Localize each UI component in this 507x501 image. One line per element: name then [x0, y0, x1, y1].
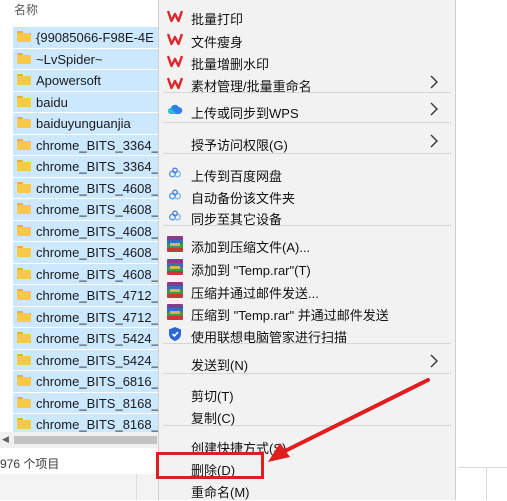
red-arrow-annotation: [268, 378, 430, 462]
